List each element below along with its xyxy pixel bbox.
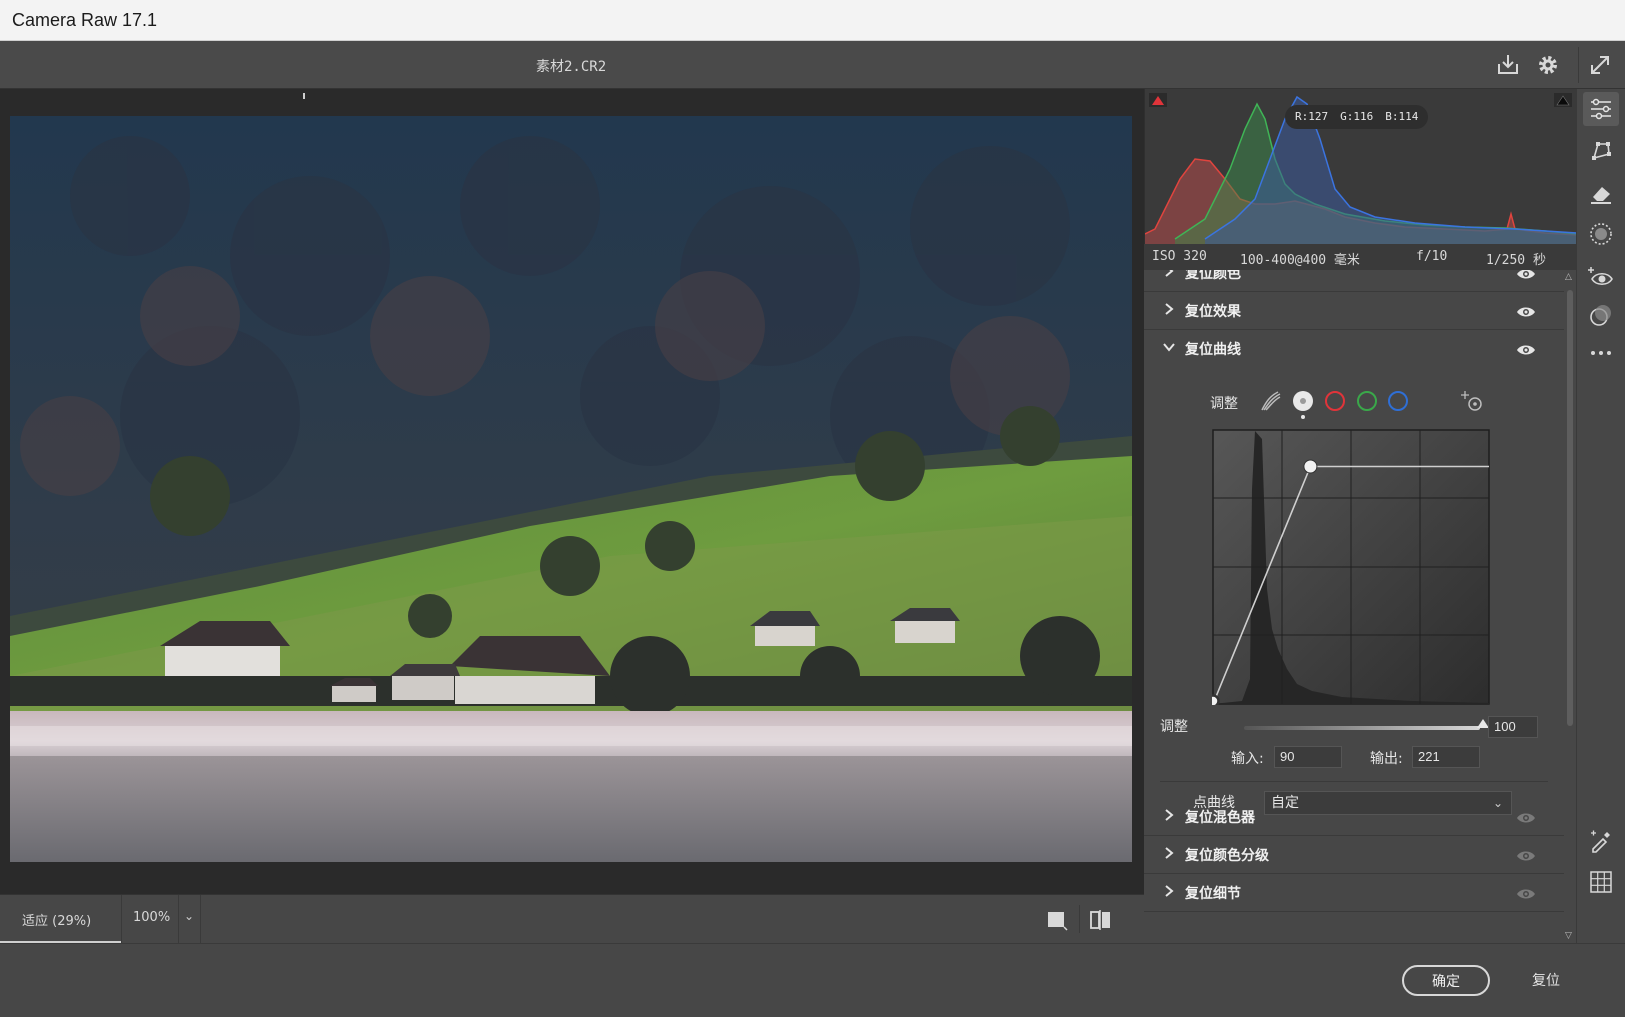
chevron-down-icon: ⌄	[184, 909, 195, 923]
crop-icon[interactable]	[1587, 137, 1615, 165]
shadow-clipping-warning-icon[interactable]	[1149, 93, 1167, 107]
curve-point[interactable]	[1303, 459, 1318, 474]
output-value-field[interactable]: 221	[1412, 746, 1480, 768]
scrollbar-thumb[interactable]	[1567, 290, 1573, 726]
curve-graph[interactable]	[1206, 429, 1490, 708]
dialog-header: 素材2.CR2	[0, 41, 1625, 89]
file-name: 素材2.CR2	[536, 59, 607, 75]
exif-aperture: f/10	[1416, 249, 1448, 264]
exif-lens: 100-400@400 毫米	[1240, 253, 1360, 268]
color-sampler-icon[interactable]	[1587, 827, 1615, 855]
window-titlebar: Camera Raw 17.1	[0, 0, 1625, 41]
section-label: 复位颜色分级	[1185, 848, 1269, 864]
zoom-separator	[200, 895, 201, 943]
zoom-dropdown[interactable]: ⌄	[178, 895, 200, 943]
curve-divider	[1160, 781, 1548, 782]
scroll-down-icon[interactable]: ▽	[1565, 931, 1572, 941]
chevron-right-icon	[1162, 270, 1176, 277]
section-mixer[interactable]: 复位混色器	[1144, 798, 1564, 836]
input-value-field[interactable]: 90	[1274, 746, 1342, 768]
before-after-view-icon[interactable]	[1087, 907, 1113, 933]
mask-icon[interactable]	[1587, 220, 1615, 248]
reset-button[interactable]: 复位	[1532, 970, 1560, 990]
header-separator	[1578, 47, 1579, 83]
view-separator	[1079, 905, 1080, 933]
zoom-100-label: 100%	[133, 910, 171, 925]
red-channel-icon[interactable]	[1322, 388, 1348, 414]
settings-gear-icon[interactable]	[1534, 51, 1562, 79]
save-icon[interactable]	[1494, 51, 1522, 79]
preview-toolbar: 适应 (29%) 100% ⌄	[0, 894, 1144, 943]
curve-point[interactable]	[1206, 694, 1220, 708]
more-options-icon[interactable]	[1587, 339, 1615, 367]
section-curve[interactable]: 复位曲线	[1144, 330, 1564, 368]
targeted-adjustment-icon[interactable]	[1459, 388, 1485, 414]
eye-icon[interactable]	[1516, 886, 1536, 900]
chevron-right-icon	[1162, 807, 1176, 821]
preview-marker	[303, 93, 305, 99]
eye-icon[interactable]	[1516, 270, 1536, 280]
curve-editor: 调整 调整 100 输入: 90 输出: 221 点曲线 自定 ⌄	[1144, 382, 1564, 836]
output-label: 输出:	[1370, 751, 1403, 767]
adjust-slider-label: 调整	[1160, 719, 1188, 735]
chevron-down-icon	[1162, 339, 1176, 353]
section-color-grading[interactable]: 复位颜色分级	[1144, 836, 1564, 874]
input-label: 输入:	[1231, 751, 1264, 767]
section-color[interactable]: 复位颜色	[1144, 270, 1564, 292]
chevron-right-icon	[1162, 845, 1176, 859]
histogram: R:127 G:116 B:114	[1144, 89, 1577, 244]
red-value: R:127	[1295, 110, 1329, 123]
section-label: 复位曲线	[1185, 342, 1241, 358]
section-label: 复位颜色	[1185, 270, 1241, 282]
exif-iso: ISO 320	[1152, 249, 1207, 264]
red-eye-icon[interactable]	[1587, 262, 1615, 290]
section-label: 复位混色器	[1185, 810, 1255, 826]
dialog-footer: 确定 复位	[0, 943, 1625, 1017]
eye-icon[interactable]	[1516, 304, 1536, 318]
section-label: 复位细节	[1185, 886, 1241, 902]
photo-preview[interactable]	[10, 116, 1132, 862]
exif-shutter: 1/250 秒	[1486, 253, 1546, 268]
eraser-icon[interactable]	[1587, 179, 1615, 207]
section-detail[interactable]: 复位细节	[1144, 874, 1564, 912]
green-channel-icon[interactable]	[1354, 388, 1380, 414]
adjust-slider-track[interactable]	[1244, 726, 1480, 730]
fullscreen-icon[interactable]	[1586, 51, 1614, 79]
curve-tools-label: 调整	[1210, 396, 1238, 412]
section-effects[interactable]: 复位效果	[1144, 292, 1564, 330]
chevron-right-icon	[1162, 301, 1176, 315]
tool-rail	[1576, 89, 1625, 943]
grid-icon[interactable]	[1587, 868, 1615, 896]
eye-icon[interactable]	[1516, 810, 1536, 824]
ok-button[interactable]: 确定	[1402, 965, 1490, 996]
blue-channel-icon[interactable]	[1385, 388, 1411, 414]
blue-value: B:114	[1385, 110, 1419, 123]
zoom-fit-label: 适应 (29%)	[22, 914, 92, 929]
highlight-clipping-warning-icon[interactable]	[1554, 93, 1572, 107]
image-preview-area[interactable]	[0, 89, 1144, 894]
zoom-100-button[interactable]: 100%	[122, 895, 178, 943]
adjust-value-field[interactable]: 100	[1488, 716, 1538, 738]
single-view-icon[interactable]	[1044, 907, 1070, 933]
green-value: G:116	[1340, 110, 1374, 123]
point-curve-white-icon[interactable]	[1290, 388, 1316, 419]
section-label: 复位效果	[1185, 304, 1241, 320]
panel-scroll-area[interactable]: 复位颜色 复位效果 复位曲线 调整 调整 100 输入: 90 输出: 221 …	[1144, 270, 1564, 943]
edit-panel: R:127 G:116 B:114 ISO 320 100-400@400 毫米 f…	[1144, 89, 1577, 943]
zoom-fit-button[interactable]: 适应 (29%)	[0, 895, 121, 943]
panel-scrollbar[interactable]: △ ▽	[1564, 270, 1576, 943]
eye-icon[interactable]	[1516, 342, 1536, 356]
rgb-readout: R:127 G:116 B:114	[1285, 105, 1429, 129]
presets-icon[interactable]	[1587, 301, 1615, 329]
eye-icon[interactable]	[1516, 848, 1536, 862]
scroll-up-icon[interactable]: △	[1565, 272, 1572, 282]
edit-sliders-icon[interactable]	[1583, 92, 1619, 126]
chevron-right-icon	[1162, 883, 1176, 897]
exif-info: ISO 320 100-400@400 毫米 f/10 1/250 秒	[1144, 244, 1576, 270]
parametric-curve-icon[interactable]	[1258, 388, 1284, 414]
window-title: Camera Raw 17.1	[12, 10, 158, 30]
